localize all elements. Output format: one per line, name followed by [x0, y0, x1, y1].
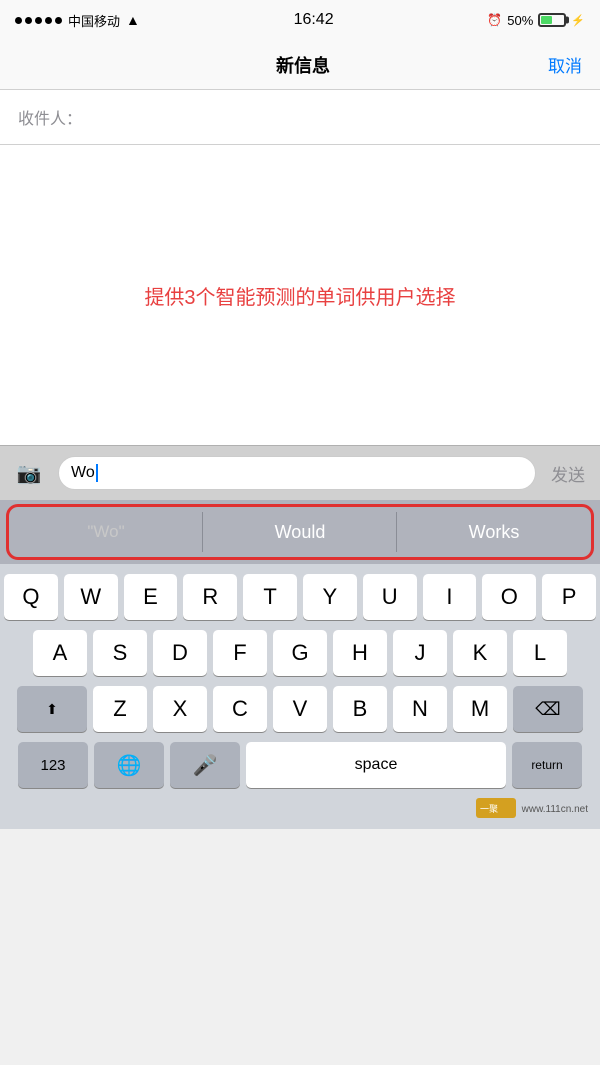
key-S[interactable]: S	[93, 630, 147, 676]
status-bar: 中国移动 ▲ 16:42 ⏰ 50% ⚡	[0, 0, 600, 40]
status-time: 16:42	[294, 11, 334, 29]
carrier-label: 中国移动	[68, 11, 120, 30]
key-Q[interactable]: Q	[4, 574, 58, 620]
key-P[interactable]: P	[542, 574, 596, 620]
message-input[interactable]: Wo	[58, 456, 536, 490]
key-L[interactable]: L	[513, 630, 567, 676]
message-area: 提供3个智能预测的单词供用户选择	[0, 145, 600, 445]
key-K[interactable]: K	[453, 630, 507, 676]
key-F[interactable]: F	[213, 630, 267, 676]
key-B[interactable]: B	[333, 686, 387, 732]
wifi-icon: ▲	[126, 12, 140, 28]
key-C[interactable]: C	[213, 686, 267, 732]
logo-icon: 一聚	[476, 798, 516, 818]
prediction-item-2[interactable]: Works	[397, 507, 591, 557]
nav-bar: 新信息 取消	[0, 40, 600, 90]
shift-key[interactable]: ⬆	[17, 686, 87, 732]
key-N[interactable]: N	[393, 686, 447, 732]
predictive-bar-wrapper: "Wo" Would Works	[0, 500, 600, 564]
cancel-button[interactable]: 取消	[548, 52, 582, 77]
key-M[interactable]: M	[453, 686, 507, 732]
prediction-label-1: Would	[275, 522, 326, 543]
watermark-url: www.111cn.net	[522, 804, 588, 815]
key-I[interactable]: I	[423, 574, 477, 620]
keyboard-row-1: Q W E R T Y U I O P	[4, 574, 596, 620]
key-W[interactable]: W	[64, 574, 118, 620]
key-G[interactable]: G	[273, 630, 327, 676]
key-A[interactable]: A	[33, 630, 87, 676]
mic-key[interactable]: 🎤	[170, 742, 240, 788]
key-D[interactable]: D	[153, 630, 207, 676]
alarm-icon: ⏰	[487, 13, 502, 27]
key-V[interactable]: V	[273, 686, 327, 732]
key-E[interactable]: E	[124, 574, 178, 620]
status-left: 中国移动 ▲	[15, 11, 140, 30]
keyboard-row-3: ⬆ Z X C V B N M ⌫	[4, 686, 596, 732]
keyboard-row-4: 123 🌐 🎤 space return	[4, 742, 596, 788]
battery-fill	[541, 16, 552, 24]
key-H[interactable]: H	[333, 630, 387, 676]
svg-text:一聚: 一聚	[480, 804, 498, 814]
signal-icon	[15, 17, 62, 24]
return-key[interactable]: return	[512, 742, 582, 788]
nav-title: 新信息	[58, 52, 548, 78]
cursor	[96, 464, 98, 482]
watermark-logo: 一聚	[476, 798, 516, 821]
number-key[interactable]: 123	[18, 742, 88, 788]
keyboard-row-2: A S D F G H J K L	[4, 630, 596, 676]
space-key[interactable]: space	[246, 742, 506, 788]
globe-key[interactable]: 🌐	[94, 742, 164, 788]
key-O[interactable]: O	[482, 574, 536, 620]
camera-icon: 📷	[17, 461, 42, 486]
key-R[interactable]: R	[183, 574, 237, 620]
input-text: Wo	[71, 464, 95, 482]
camera-button[interactable]: 📷	[10, 454, 48, 492]
key-Y[interactable]: Y	[303, 574, 357, 620]
battery-icon	[538, 13, 566, 27]
prediction-label-2: Works	[469, 522, 520, 543]
keyboard: Q W E R T Y U I O P A S D F G H J K L ⬆ …	[0, 564, 600, 829]
predictive-bar: "Wo" Would Works	[6, 504, 594, 560]
status-right: ⏰ 50% ⚡	[487, 13, 585, 28]
key-T[interactable]: T	[243, 574, 297, 620]
input-row: 📷 Wo 发送	[0, 445, 600, 500]
prediction-item-1[interactable]: Would	[203, 507, 397, 557]
prediction-label-0: "Wo"	[87, 522, 124, 542]
send-button[interactable]: 发送	[546, 456, 590, 491]
key-J[interactable]: J	[393, 630, 447, 676]
battery-bar	[538, 13, 566, 27]
recipient-label: 收件人：	[18, 105, 82, 129]
prediction-item-0[interactable]: "Wo"	[9, 507, 203, 557]
key-X[interactable]: X	[153, 686, 207, 732]
key-U[interactable]: U	[363, 574, 417, 620]
charging-icon: ⚡	[571, 14, 585, 27]
recipient-row: 收件人：	[0, 90, 600, 145]
battery-percent: 50%	[507, 13, 533, 28]
annotation-text: 提供3个智能预测的单词供用户选择	[114, 281, 485, 310]
key-Z[interactable]: Z	[93, 686, 147, 732]
watermark-row: 一聚 www.111cn.net	[4, 796, 596, 825]
delete-key[interactable]: ⌫	[513, 686, 583, 732]
